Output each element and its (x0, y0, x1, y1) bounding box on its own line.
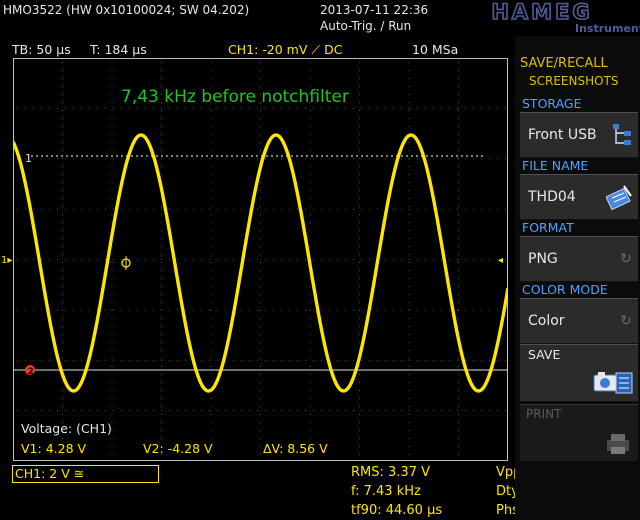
channel-setting[interactable]: CH1: -20 mV ⟋ DC (228, 42, 342, 58)
printer-icon (607, 434, 629, 454)
file-name-label: FILE NAME (522, 158, 589, 173)
storage-label: STORAGE (522, 96, 582, 111)
color-mode-label: COLOR MODE (522, 282, 608, 297)
format-label: FORMAT (522, 220, 574, 235)
cursor-marker-1: 1 (25, 152, 32, 165)
trigger-mode: Auto-Trig. / Run (320, 19, 412, 33)
color-mode-value: Color (528, 313, 565, 329)
ch1-scale: CH1: 2 V ≅ (15, 466, 85, 481)
meas-freq: f: 7.43 kHz (351, 484, 421, 499)
save-label: SAVE (528, 347, 561, 362)
cursor-v2: V2: -4.28 V (143, 441, 213, 456)
timebase[interactable]: TB: 50 µs (12, 42, 71, 57)
annotation-text: 7,43 kHz before notchfilter (121, 87, 349, 107)
print-label: PRINT (526, 407, 562, 421)
format-button[interactable]: PNG ↻ (520, 236, 638, 282)
logo-text: HAMEG (491, 2, 592, 22)
meas-rms: RMS: 3.37 V (351, 465, 430, 480)
trigger-level-arrow-icon: ◂ (498, 255, 504, 266)
file-name-button[interactable]: THD04 (520, 174, 638, 220)
datetime: 2013-07-11 22:36 (320, 3, 429, 17)
file-name-value: THD04 (528, 189, 576, 205)
ch1-ground-marker-icon: 1▸ (1, 255, 13, 266)
voltage-title: Voltage: (CH1) (21, 421, 112, 436)
sample-rate[interactable]: 10 MSa (412, 42, 458, 57)
ch1-scale-box[interactable]: CH1: 2 V ≅ (12, 465, 159, 483)
save-button[interactable]: SAVE (520, 344, 638, 402)
rotary-knob-icon: ↻ (620, 313, 632, 329)
device-info: HMO3522 (HW 0x10100024; SW 04.202) (3, 3, 250, 17)
keyboard-edit-icon (606, 185, 632, 211)
logo-subtitle: Instruments (575, 22, 640, 35)
storage-button[interactable]: Front USB (520, 112, 638, 158)
color-mode-button[interactable]: Color ↻ (520, 298, 638, 344)
ch2-marker-label: 2 (28, 367, 34, 377)
rotary-knob-icon: ↻ (620, 251, 632, 267)
format-value: PNG (528, 251, 558, 267)
cursor-delta-v: ΔV: 8.56 V (263, 441, 328, 456)
meas-tf90: tf90: 44.60 µs (351, 503, 443, 518)
trigger-time[interactable]: T: 184 µs (90, 42, 147, 57)
menu-title-2: SCREENSHOTS (529, 74, 619, 88)
menu-title-1: SAVE/RECALL (520, 56, 608, 71)
scope-screen: 7,43 kHz before notchfilter 1 2 Voltage:… (13, 58, 508, 461)
print-button[interactable]: PRINT (520, 404, 638, 461)
hameg-logo: HAMEG (452, 2, 632, 22)
storage-value: Front USB (528, 127, 597, 143)
usb-tree-icon (613, 124, 631, 145)
cursor-v1: V1: 4.28 V (21, 441, 86, 456)
camera-save-icon (593, 372, 633, 394)
